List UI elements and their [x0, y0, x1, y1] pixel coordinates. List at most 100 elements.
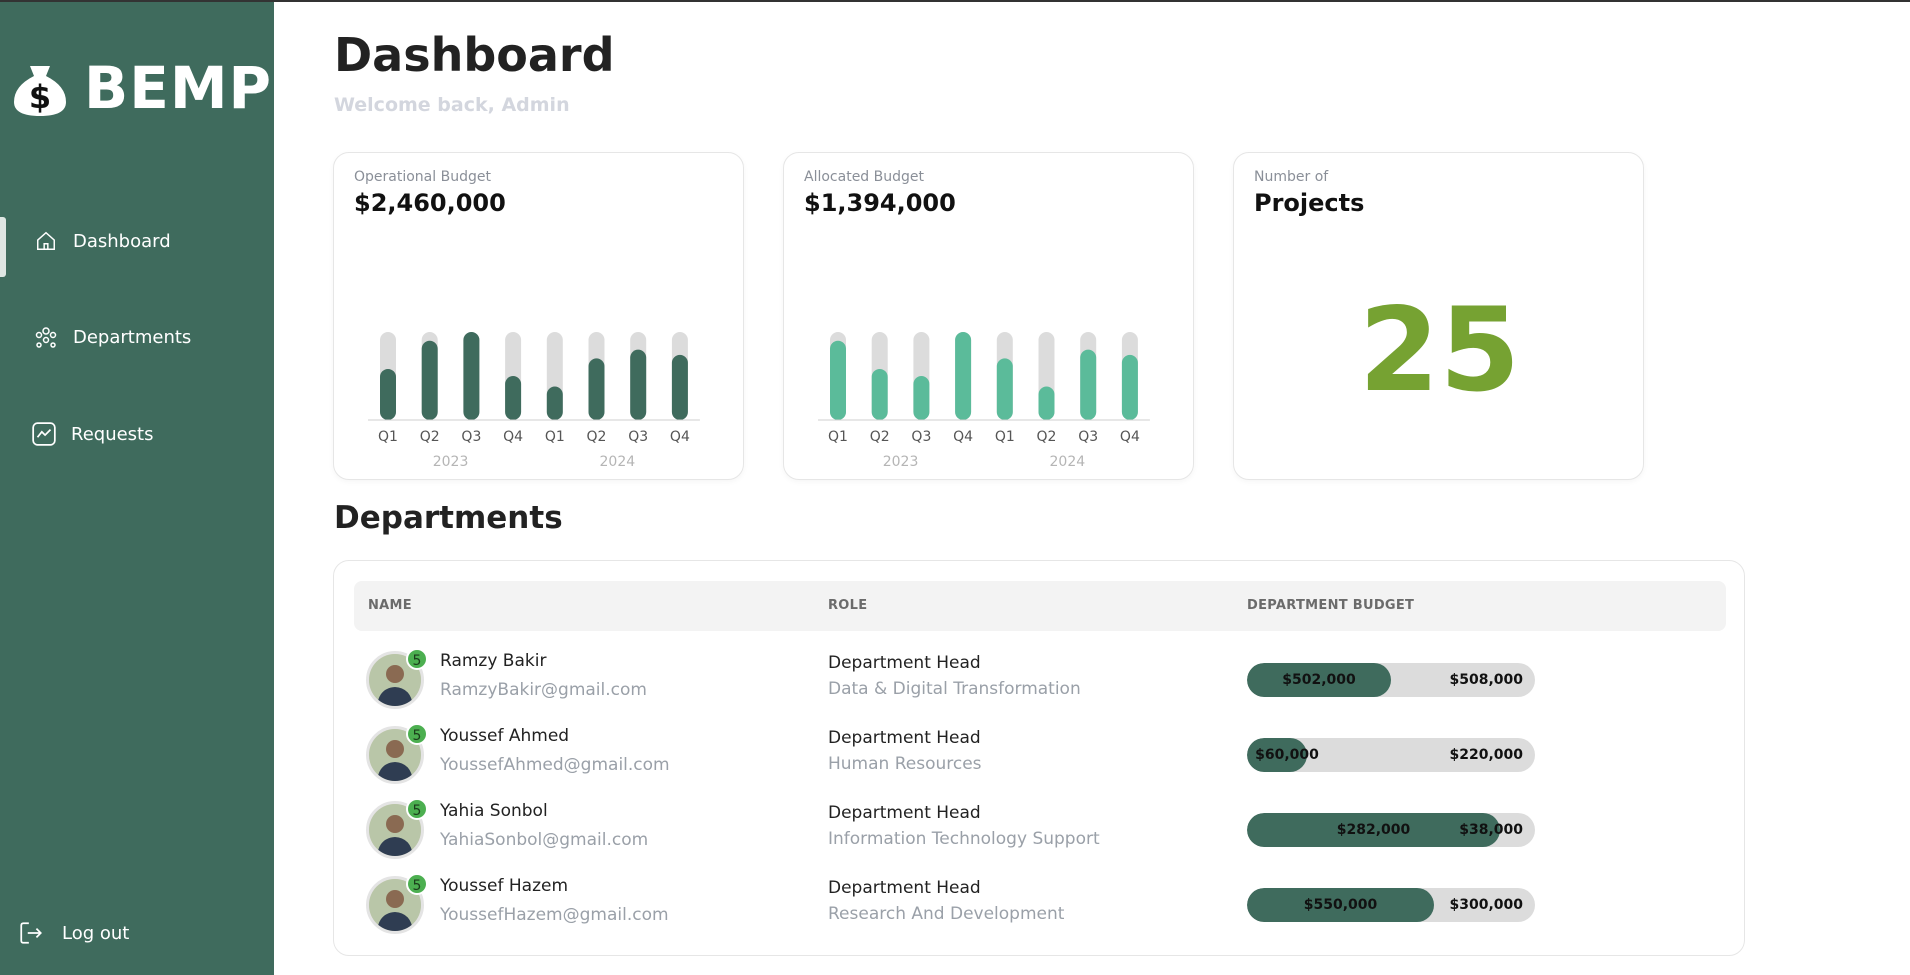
role-title: Department Head	[828, 728, 981, 748]
chart-bar[interactable]	[421, 340, 438, 420]
chart-x-tick-label: Q2	[870, 429, 890, 445]
user-name: Ramzy Bakir	[440, 651, 547, 671]
user-name: Youssef Hazem	[440, 876, 569, 896]
projects-card: Number of Projects 25	[1233, 152, 1644, 480]
chart-bar[interactable]	[588, 358, 605, 420]
chart-x-tick-label: Q4	[953, 429, 973, 445]
operational-budget-chart: Q1 Q2 Q3 Q4 Q1 Q2 Q3 Q4 2023 2024	[368, 332, 700, 470]
sidebar-item-label: Requests	[71, 423, 154, 445]
chart-bar[interactable]	[546, 386, 563, 420]
card-value: $1,394,000	[804, 189, 956, 217]
brand-logo[interactable]: $ BEMP	[8, 54, 272, 122]
operational-budget-card: Operational Budget $2,460,000 Q1 Q2 Q3 Q4 Q1…	[333, 152, 744, 480]
chart-group-label: 2023	[433, 454, 469, 470]
chart-bar[interactable]	[630, 349, 647, 420]
notification-badge: 5	[406, 798, 428, 820]
money-bag-icon: $	[14, 66, 66, 116]
budget-progress-bar: $282,000 $38,000	[1247, 813, 1535, 847]
column-header-budget: DEPARTMENT BUDGET	[1247, 598, 1415, 613]
chart-x-tick-label: Q2	[420, 429, 440, 445]
chart-bar[interactable]	[1121, 354, 1138, 420]
chart-bar[interactable]	[830, 340, 846, 420]
sidebar-item-dashboard[interactable]: Dashboard	[0, 211, 274, 277]
column-header-name: NAME	[368, 598, 412, 613]
chart-x-tick-label: Q3	[628, 429, 648, 445]
card-label: Operational Budget	[354, 169, 491, 185]
chart-bar[interactable]	[996, 358, 1013, 420]
sidebar-item-departments[interactable]: Departments	[0, 307, 274, 367]
chart-bar[interactable]	[463, 332, 480, 420]
sidebar: $ BEMP Dashboard Departments Requests Lo…	[0, 2, 274, 975]
role-title: Department Head	[828, 653, 981, 673]
logout-icon	[20, 922, 42, 944]
budget-progress-bar: $60,000 $220,000	[1247, 738, 1535, 772]
user-name: Youssef Ahmed	[440, 726, 570, 746]
chart-x-tick-label: Q2	[1037, 429, 1057, 445]
chart-bar[interactable]	[913, 376, 930, 420]
home-icon	[33, 228, 59, 254]
chart-x-tick-label: Q1	[828, 429, 848, 445]
table-header: NAME ROLE DEPARTMENT BUDGET	[354, 581, 1726, 631]
chart-bar[interactable]	[1080, 349, 1097, 420]
chart-bar[interactable]	[955, 332, 972, 420]
team-icon	[33, 324, 59, 350]
budget-used-value: $550,000	[1303, 897, 1378, 913]
avatar[interactable]: 5	[366, 798, 428, 859]
user-email: YahiaSonbol@gmail.com	[440, 830, 649, 850]
chart-bar[interactable]	[380, 368, 396, 420]
allocated-budget-card: Allocated Budget $1,394,000 Q1 Q2 Q3 Q4 Q1 Q2…	[783, 152, 1194, 480]
table-row[interactable]: 5 Youssef Ahmed YoussefAhmed@gmail.com Depa…	[334, 714, 1746, 789]
user-email: YoussefHazem@gmail.com	[440, 905, 669, 925]
projects-count: 25	[1358, 283, 1521, 418]
budget-remaining-value: $300,000	[1449, 897, 1523, 913]
budget-remaining-value: $220,000	[1449, 747, 1523, 763]
card-value: $2,460,000	[354, 189, 506, 217]
sidebar-item-label: Dashboard	[73, 230, 171, 252]
avatar[interactable]: 5	[366, 648, 428, 709]
column-header-role: ROLE	[828, 598, 868, 613]
role-title: Department Head	[828, 878, 981, 898]
department-name: Information Technology Support	[828, 829, 1100, 849]
chart-bar[interactable]	[1038, 386, 1055, 420]
chart-x-tick-label: Q4	[1120, 429, 1140, 445]
notification-badge: 5	[406, 873, 428, 895]
chart-bar[interactable]	[505, 376, 522, 420]
chart-x-tick-label: Q3	[1078, 429, 1098, 445]
top-border	[0, 0, 1910, 2]
table-row[interactable]: 5 Yahia Sonbol YahiaSonbol@gmail.com Depart…	[334, 789, 1746, 864]
chart-x-tick-label: Q1	[378, 429, 398, 445]
avatar[interactable]: 5	[366, 873, 428, 934]
chart-x-tick-label: Q3	[911, 429, 931, 445]
budget-progress-bar: $550,000 $300,000	[1247, 888, 1535, 922]
department-name: Research And Development	[828, 904, 1065, 924]
logout-label: Log out	[62, 922, 130, 944]
chart-x-tick-label: Q3	[461, 429, 481, 445]
department-name: Human Resources	[828, 754, 982, 774]
svg-text:$: $	[29, 78, 51, 116]
chart-bar[interactable]	[871, 368, 888, 420]
logout-button[interactable]: Log out	[18, 920, 129, 946]
chart-x-tick-label: Q4	[503, 429, 523, 445]
card-label: Allocated Budget	[804, 169, 924, 185]
table-row[interactable]: 5 Youssef Hazem YoussefHazem@gmail.com Depa…	[334, 864, 1746, 939]
card-value: Projects	[1254, 189, 1365, 217]
chart-group-label: 2024	[600, 454, 636, 470]
chart-group-label: 2023	[883, 454, 919, 470]
chart-line-icon	[31, 421, 57, 447]
chart-x-tick-label: Q4	[670, 429, 690, 445]
chart-group-label: 2024	[1050, 454, 1086, 470]
budget-used-value: $282,000	[1336, 822, 1411, 838]
departments-title: Departments	[334, 500, 563, 536]
sidebar-item-requests[interactable]: Requests	[0, 404, 274, 464]
notification-badge: 5	[406, 723, 428, 745]
budget-used-value: $502,000	[1282, 672, 1356, 688]
budget-remaining-value: $38,000	[1459, 822, 1523, 838]
chart-bar[interactable]	[671, 354, 688, 420]
allocated-budget-chart: Q1 Q2 Q3 Q4 Q1 Q2 Q3 Q4 2023 2024	[818, 332, 1150, 470]
avatar[interactable]: 5	[366, 723, 428, 784]
brand-name: BEMP	[84, 54, 273, 122]
table-row[interactable]: 5 Ramzy Bakir RamzyBakir@gmail.com Departme…	[334, 639, 1746, 714]
budget-used-value: $60,000	[1255, 747, 1319, 763]
departments-table: NAME ROLE DEPARTMENT BUDGET 5 Ramzy Bakir…	[333, 560, 1745, 956]
card-label: Number of	[1254, 169, 1329, 185]
